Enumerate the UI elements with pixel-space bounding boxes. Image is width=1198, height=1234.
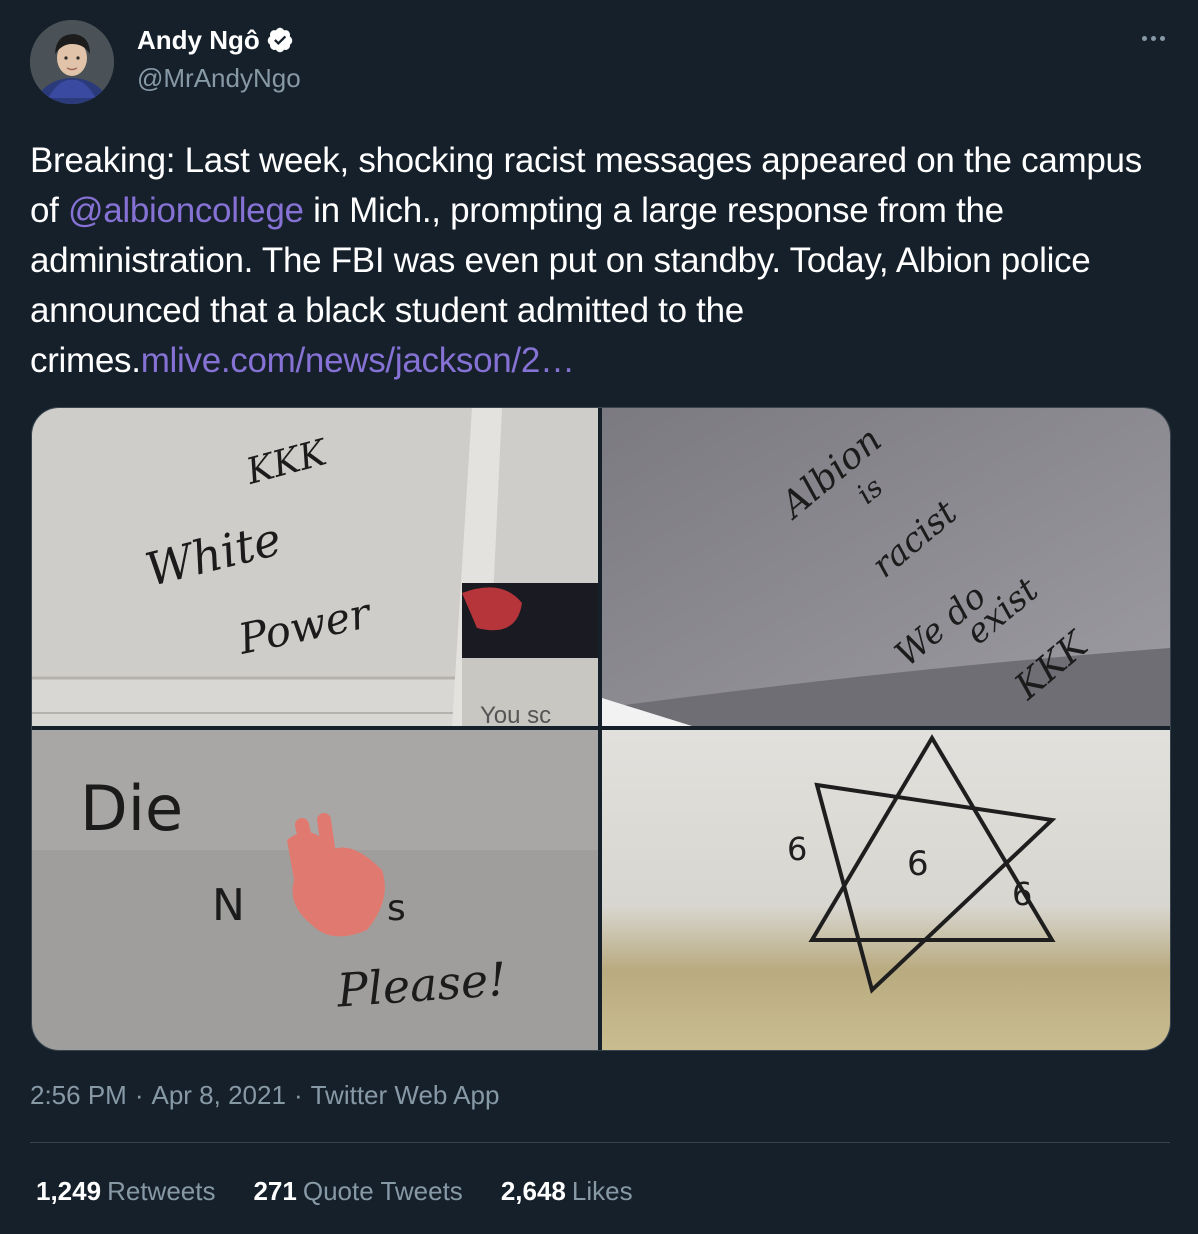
tweet: Andy Ngô @MrAndyNgo Breaking: Last week,… xyxy=(0,0,1198,1234)
quote-tweets-stat[interactable]: 271 Quote Tweets xyxy=(253,1172,462,1210)
photo-text: You sc xyxy=(480,702,551,726)
media-photo-3[interactable]: Die N s Please! xyxy=(32,730,598,1050)
likes-label: Likes xyxy=(571,1176,633,1206)
media-photo-4[interactable]: 6 6 6 xyxy=(602,730,1170,1050)
media-photo-2[interactable]: Albion is racist We do exist KKK xyxy=(602,408,1170,726)
tweet-source[interactable]: Twitter Web App xyxy=(311,1078,500,1112)
retweets-count: 1,249 xyxy=(36,1176,102,1206)
meta-separator: · xyxy=(293,1080,303,1110)
engagement-stats: 1,249 Retweets 271 Quote Tweets 2,648 Likes xyxy=(36,1172,633,1210)
avatar-image xyxy=(30,20,114,104)
meta-separator: · xyxy=(134,1080,144,1110)
photo-text: s xyxy=(387,888,406,929)
retweets-label: Retweets xyxy=(107,1176,216,1206)
author-display-name[interactable]: Andy Ngô xyxy=(137,24,260,56)
mention-link[interactable]: @albioncollege xyxy=(68,191,304,230)
media-photo-1[interactable]: You sc KKK White Power xyxy=(32,408,598,726)
quote-tweets-count: 271 xyxy=(253,1176,297,1206)
verified-badge-icon xyxy=(266,26,294,54)
avatar[interactable] xyxy=(30,20,114,104)
article-link[interactable]: mlive.com/news/jackson/2… xyxy=(141,341,575,380)
tweet-time[interactable]: 2:56 PM xyxy=(30,1078,127,1112)
retweets-stat[interactable]: 1,249 Retweets xyxy=(36,1172,215,1210)
photo-text: 6 xyxy=(1012,875,1032,913)
likes-stat[interactable]: 2,648 Likes xyxy=(501,1172,633,1210)
media-grid: You sc KKK White Power Albion is racist … xyxy=(31,407,1171,1051)
divider xyxy=(30,1142,1170,1143)
photo-text: 6 xyxy=(787,830,807,868)
more-options-icon[interactable] xyxy=(1138,26,1168,50)
tweet-text: Breaking: Last week, shocking racist mes… xyxy=(30,136,1170,386)
author-name-row[interactable]: Andy Ngô xyxy=(137,24,294,56)
tweet-date[interactable]: Apr 8, 2021 xyxy=(152,1078,286,1112)
photo-text: N xyxy=(212,880,245,931)
likes-count: 2,648 xyxy=(500,1176,566,1206)
author-handle[interactable]: @MrAndyNgo xyxy=(137,62,301,94)
photo-text: Die xyxy=(80,772,183,845)
quote-tweets-label: Quote Tweets xyxy=(302,1176,463,1206)
photo-text: 6 xyxy=(907,844,929,884)
tweet-metadata: 2:56 PM · Apr 8, 2021 · Twitter Web App xyxy=(30,1078,499,1112)
